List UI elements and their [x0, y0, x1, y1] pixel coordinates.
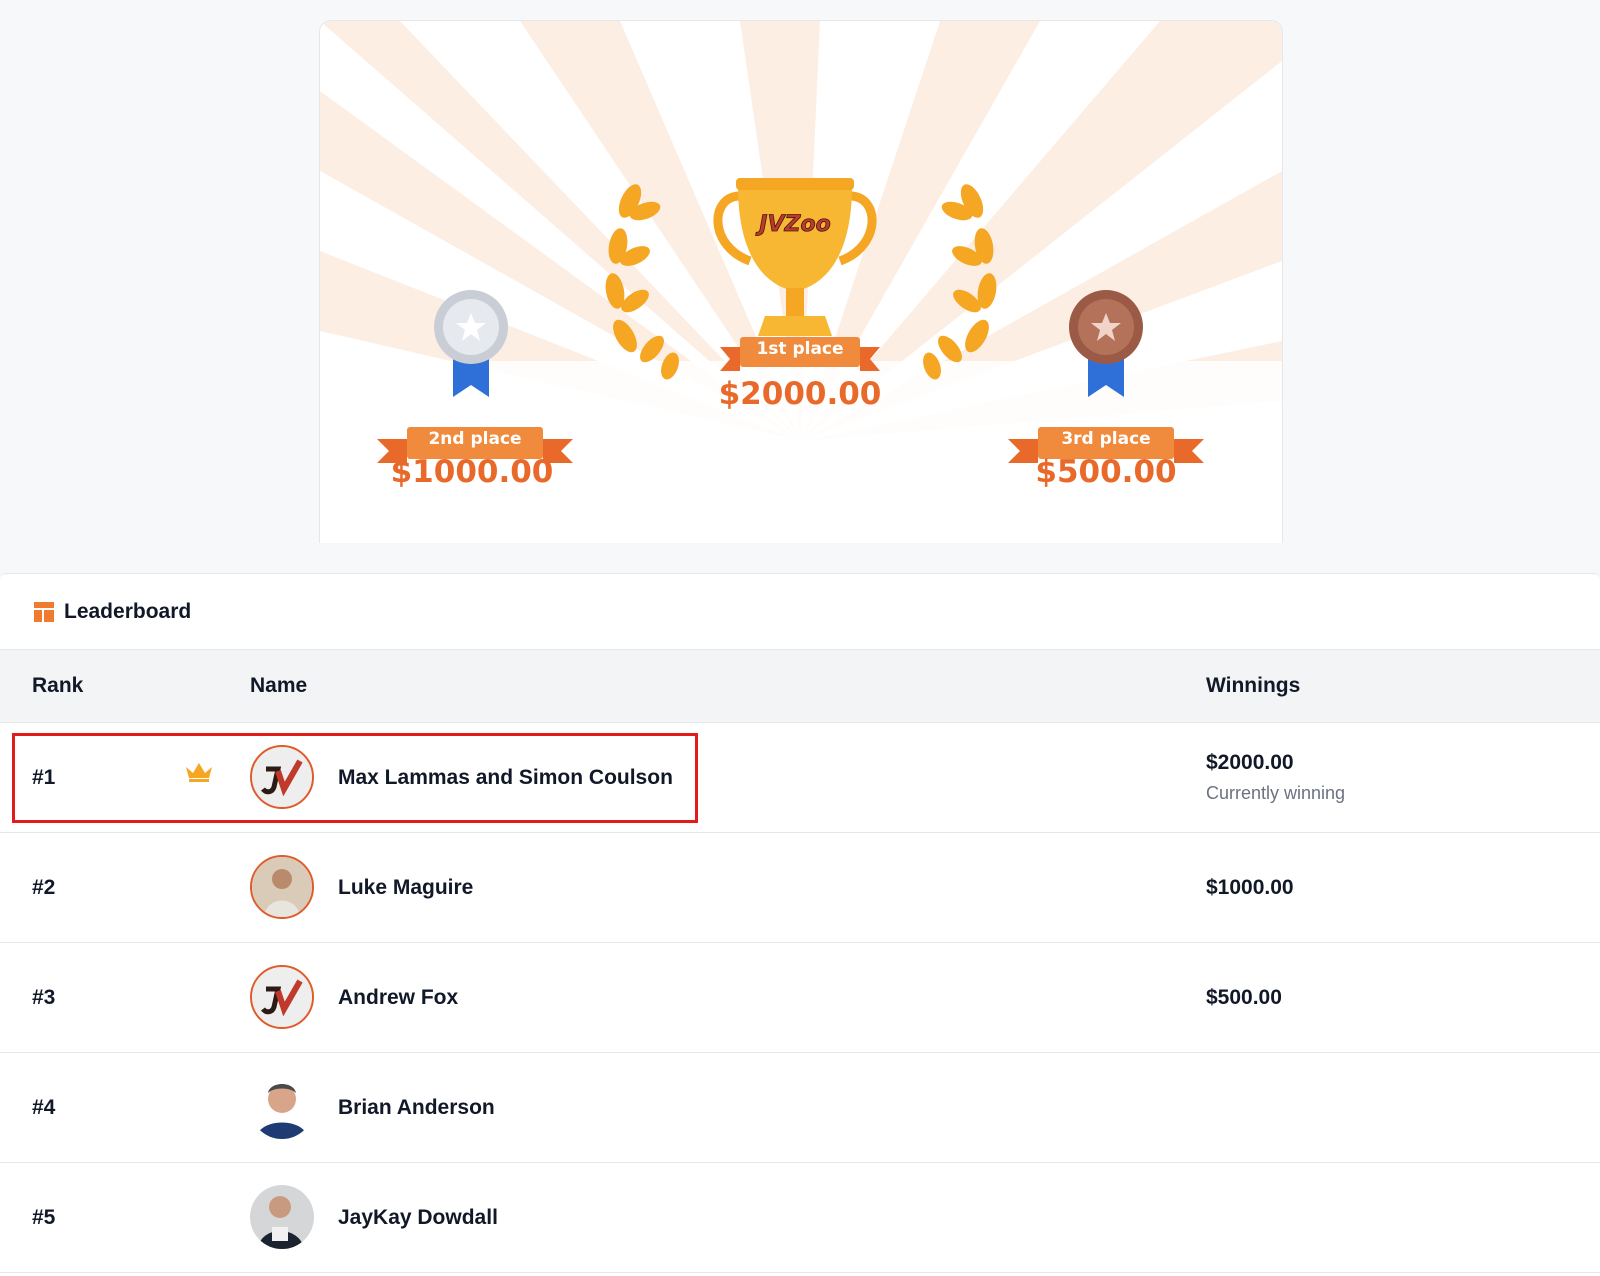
- rank-cell: #2: [32, 875, 56, 899]
- first-place-label: 1st place: [756, 339, 844, 359]
- crown-icon: [186, 763, 212, 782]
- laurel-left-icon: [605, 184, 679, 380]
- silver-medal-icon: [434, 290, 508, 397]
- avatar: [250, 965, 314, 1029]
- name-cell: Max Lammas and Simon Coulson: [338, 765, 673, 789]
- third-place-label: 3rd place: [1061, 429, 1151, 449]
- jvzoo-logo-icon: [252, 967, 312, 1027]
- name-cell: Andrew Fox: [338, 985, 459, 1009]
- bronze-medal-icon: [1069, 290, 1143, 397]
- table-row[interactable]: #4 Brian Anderson: [0, 1053, 1600, 1163]
- user-photo-icon: [252, 857, 312, 917]
- winnings-cell: $500.00: [1206, 985, 1282, 1009]
- table-header: Rank Name Winnings: [0, 650, 1600, 723]
- second-place-label: 2nd place: [428, 429, 522, 449]
- table-row[interactable]: #1 Max Lammas and Simon Coulson $2000.00…: [0, 723, 1600, 833]
- rank-column-header: Rank: [32, 674, 84, 697]
- prize-banner: JVZoo 1st place $2000.00 2nd place $1000…: [319, 20, 1283, 543]
- jvzoo-logo-icon: [252, 747, 312, 807]
- avatar: [250, 1075, 314, 1139]
- avatar: [250, 745, 314, 809]
- table-row[interactable]: #3 Andrew Fox $500.00: [0, 943, 1600, 1053]
- name-column-header: Name: [250, 674, 308, 697]
- table-icon: [34, 601, 54, 622]
- name-cell: Brian Anderson: [338, 1095, 495, 1119]
- rank-cell: #1: [32, 765, 56, 789]
- winnings-cell: $1000.00: [1206, 875, 1294, 899]
- laurel-right-icon: [923, 184, 997, 380]
- rank-cell: #3: [32, 985, 56, 1009]
- leaderboard-title: Leaderboard: [64, 599, 192, 623]
- name-cell: Luke Maguire: [338, 875, 474, 899]
- user-photo-icon: [250, 1075, 314, 1139]
- table-row[interactable]: #2 Luke Maguire $1000.00: [0, 833, 1600, 943]
- status-text: Currently winning: [1206, 783, 1346, 803]
- table-row[interactable]: #5 JayKay Dowdall: [0, 1163, 1600, 1273]
- winnings-cell: $2000.00 Currently winning: [1206, 751, 1345, 804]
- winnings-amount: $2000.00: [1206, 751, 1294, 774]
- user-photo-icon: [250, 1185, 314, 1249]
- third-place-amount: $500.00: [1035, 454, 1177, 490]
- name-cell: JayKay Dowdall: [338, 1205, 498, 1229]
- winnings-column-header: Winnings: [1206, 674, 1301, 697]
- first-place-amount: $2000.00: [718, 376, 882, 412]
- rank-cell: #4: [32, 1095, 56, 1119]
- leaderboard-panel: Leaderboard Rank Name Winnings #1 Max La…: [0, 573, 1600, 1276]
- second-place-amount: $1000.00: [390, 454, 554, 490]
- avatar: [250, 855, 314, 919]
- leaderboard-header: Leaderboard: [0, 574, 1600, 650]
- rank-cell: #5: [32, 1205, 56, 1229]
- avatar: [250, 1185, 314, 1249]
- trophy-logo-text: JVZoo: [755, 212, 830, 237]
